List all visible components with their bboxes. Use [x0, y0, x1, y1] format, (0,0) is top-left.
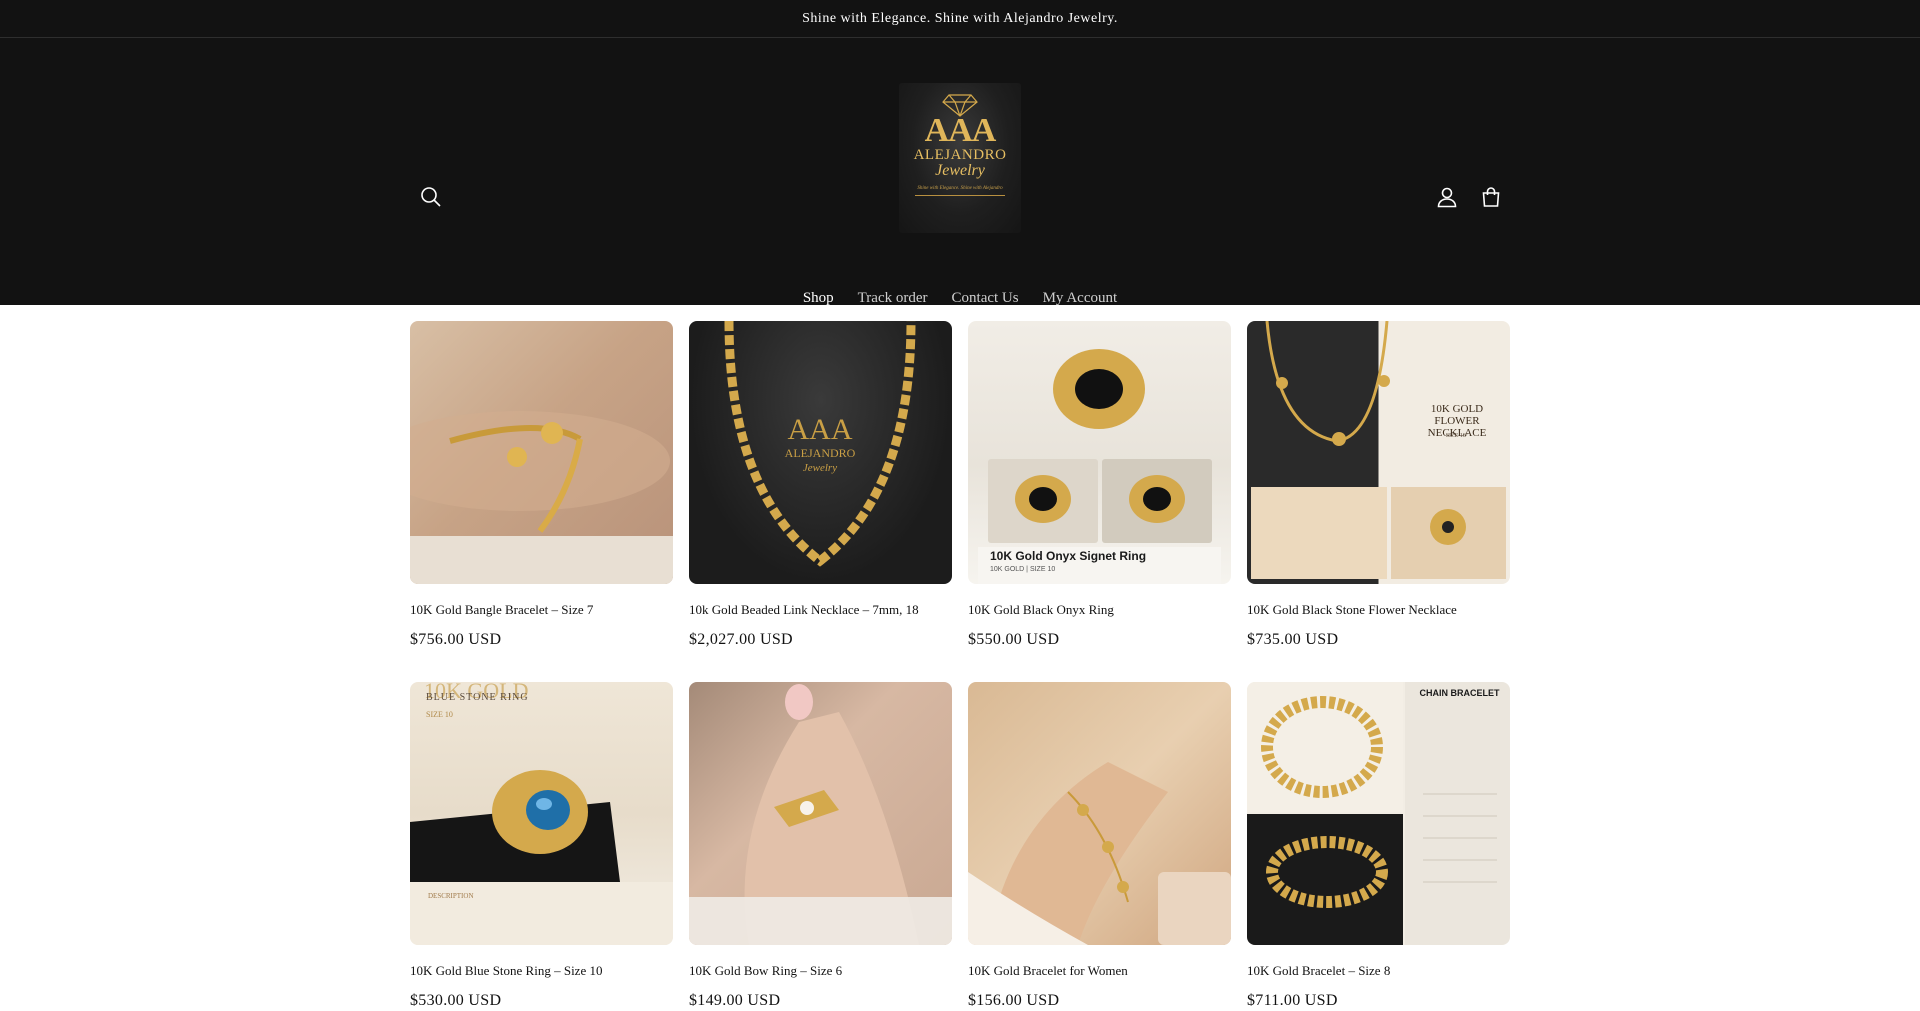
- flower-size: SIZE 18": [1445, 433, 1469, 439]
- onyx-caption: 10K Gold Onyx Signet Ring: [990, 549, 1147, 563]
- product-card[interactable]: CHAIN BRACELET 10K Gold Bracelet – Size …: [1247, 682, 1510, 1011]
- chain-title: CHAIN BRACELET: [1419, 688, 1500, 698]
- nav-item-contact-us[interactable]: Contact Us: [952, 290, 1019, 307]
- account-icon: [1437, 187, 1457, 208]
- product-title[interactable]: 10K Gold Bow Ring – Size 6: [689, 963, 952, 979]
- necklace-image: AAA ALEJANDRO Jewelry: [724, 321, 916, 567]
- product-price: $711.00 USD: [1247, 992, 1338, 1009]
- product-card[interactable]: 10K Gold Onyx Signet Ring 10K GOLD | SIZ…: [968, 321, 1231, 650]
- announcement-bar: Shine with Elegance. Shine with Alejandr…: [0, 0, 1920, 38]
- product-title[interactable]: 10K Gold Black Onyx Ring: [968, 602, 1231, 618]
- product-image[interactable]: CHAIN BRACELET: [1247, 682, 1510, 945]
- logo-mark: AAA: [924, 112, 997, 149]
- product-image[interactable]: AAA ALEJANDRO Jewelry: [689, 321, 952, 584]
- nav-item-shop[interactable]: Shop: [803, 290, 834, 307]
- logo-subname: Jewelry: [935, 162, 985, 179]
- product-image[interactable]: [689, 682, 952, 945]
- search-button[interactable]: [411, 177, 451, 217]
- product-title[interactable]: 10k Gold Beaded Link Necklace – 7mm, 18: [689, 602, 952, 618]
- product-card[interactable]: 10K GOLD BLUE STONE RING SIZE 10 DESCRIP…: [410, 682, 673, 1011]
- product-price: $2,027.00 USD: [689, 631, 793, 648]
- product-image[interactable]: 10K Gold Onyx Signet Ring 10K GOLD | SIZ…: [968, 321, 1231, 584]
- product-price: $756.00 USD: [410, 631, 502, 648]
- cart-button[interactable]: [1471, 177, 1511, 217]
- bow-ring-image: [689, 684, 952, 945]
- svg-text:Jewelry: Jewelry: [803, 462, 837, 474]
- product-title[interactable]: 10K Gold Black Stone Flower Necklace: [1247, 602, 1510, 618]
- product-title[interactable]: 10K Gold Bangle Bracelet – Size 7: [410, 602, 673, 618]
- account-button[interactable]: [1427, 177, 1467, 217]
- product-price: $156.00 USD: [968, 992, 1060, 1009]
- logo-name: ALEJANDRO: [913, 147, 1007, 163]
- onyx-ring-image: [978, 349, 1221, 584]
- site-header: AAA ALEJANDRO Jewelry Shine with Eleganc…: [0, 38, 1920, 307]
- logo-divider: [915, 195, 1005, 196]
- product-card[interactable]: 10K GOLD FLOWER NECKLACE SIZE 18" 10K Go…: [1247, 321, 1510, 650]
- product-title[interactable]: 10K Gold Bracelet for Women: [968, 963, 1231, 979]
- product-image[interactable]: [410, 321, 673, 584]
- product-title[interactable]: 10K Gold Bracelet – Size 8: [1247, 963, 1510, 979]
- blue-size: SIZE 10: [426, 710, 453, 719]
- product-price: $735.00 USD: [1247, 631, 1339, 648]
- product-card[interactable]: 10K Gold Bracelet for Women $156.00 USD: [968, 682, 1231, 1011]
- chain-bracelet-image: [1247, 682, 1497, 945]
- product-price: $550.00 USD: [968, 631, 1060, 648]
- bangle-image: [410, 411, 673, 584]
- cart-icon: [1482, 187, 1500, 207]
- blue-sub: BLUE STONE RING: [426, 692, 529, 703]
- product-image[interactable]: 10K GOLD FLOWER NECKLACE SIZE 18": [1247, 321, 1510, 584]
- blue-description-heading: DESCRIPTION: [428, 892, 474, 900]
- site-logo[interactable]: AAA ALEJANDRO Jewelry Shine with Eleganc…: [899, 83, 1021, 233]
- logo-tagline: Shine with Elegance. Shine with Alejandr…: [917, 186, 1003, 191]
- product-card[interactable]: 10K Gold Bow Ring – Size 6 $149.00 USD: [689, 682, 952, 1011]
- main-nav: Shop Track order Contact Us My Account: [0, 290, 1920, 307]
- svg-text:ALEJANDRO: ALEJANDRO: [785, 446, 856, 460]
- onyx-subcaption: 10K GOLD | SIZE 10: [990, 566, 1056, 573]
- svg-text:AAA: AAA: [788, 413, 853, 446]
- clover-bracelet-image: [968, 762, 1231, 945]
- flower-necklace-image: [1251, 321, 1506, 579]
- product-image[interactable]: 10K GOLD BLUE STONE RING SIZE 10 DESCRIP…: [410, 682, 673, 945]
- product-title[interactable]: 10K Gold Blue Stone Ring – Size 10: [410, 963, 673, 979]
- nav-item-my-account[interactable]: My Account: [1043, 290, 1118, 307]
- announcement-text: Shine with Elegance. Shine with Alejandr…: [802, 10, 1118, 26]
- product-grid: 10K Gold Bangle Bracelet – Size 7 $756.0…: [410, 321, 1511, 1011]
- search-icon: [421, 187, 441, 207]
- nav-item-track-order[interactable]: Track order: [858, 290, 928, 307]
- product-card[interactable]: AAA ALEJANDRO Jewelry 10k Gold Beaded Li…: [689, 321, 952, 650]
- product-card[interactable]: 10K Gold Bangle Bracelet – Size 7 $756.0…: [410, 321, 673, 650]
- product-image[interactable]: [968, 682, 1231, 945]
- product-price: $149.00 USD: [689, 992, 781, 1009]
- blue-stone-ring-image: [410, 770, 673, 945]
- product-price: $530.00 USD: [410, 992, 502, 1009]
